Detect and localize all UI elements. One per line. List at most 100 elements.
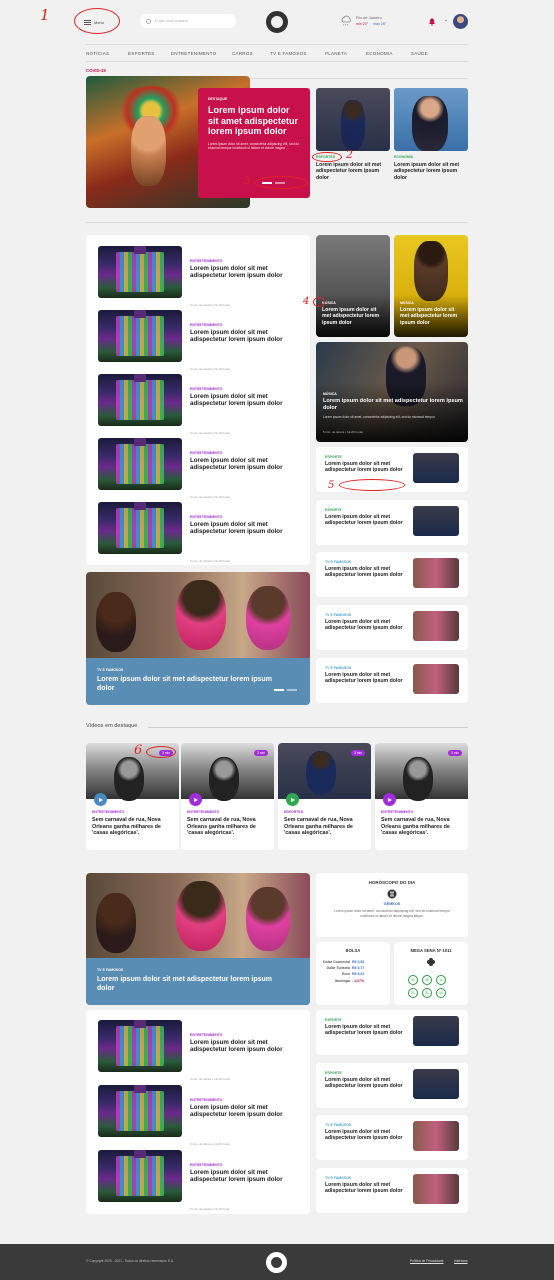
side-card-title: Lorem ipsum dolor sit met adispectetur l… xyxy=(325,672,403,685)
site-logo[interactable] xyxy=(266,11,288,33)
footer-privacy-link[interactable]: Política de Privacidade xyxy=(410,1259,444,1263)
side-card-image xyxy=(413,1069,459,1099)
list-item-kicker: ENTRETENIMENTO xyxy=(190,1163,223,1167)
list-item[interactable]: ENTRETENIMENTO Lorem ipsum dolor sit met… xyxy=(98,1085,300,1146)
side-card-kicker: ESPORTE xyxy=(325,1071,342,1075)
weather-min: min 20° xyxy=(356,22,369,26)
nav-carros[interactable]: CARROS xyxy=(232,51,253,56)
top-card-image xyxy=(394,88,468,151)
side-card-title: Lorem ipsum dolor sit met adispectetur l… xyxy=(325,1182,403,1195)
chevron-down-icon[interactable]: ⌄ xyxy=(444,17,448,23)
side-news-card[interactable]: ESPORTE Lorem ipsum dolor sit met adispe… xyxy=(316,1063,468,1108)
list-item-image xyxy=(98,1020,182,1072)
side-news-card[interactable]: TV E FAMOSOS Lorem ipsum dolor sit met a… xyxy=(316,1168,468,1213)
side-news-card[interactable]: TV E FAMOSOS Lorem ipsum dolor sit met a… xyxy=(316,605,468,650)
notification-bell-icon[interactable] xyxy=(428,17,436,26)
side-card-title: Lorem ipsum dolor sit met adispectetur l… xyxy=(325,619,403,632)
list-item-title: Lorem ipsum dolor sit met adispectetur l… xyxy=(190,329,283,344)
side-news-card[interactable]: TV E FAMOSOS Lorem ipsum dolor sit met a… xyxy=(316,658,468,703)
video-card[interactable]: 3 min ENTRETENIMENTO Sem carnaval de rua… xyxy=(86,743,179,850)
annotation-number-6: 6 xyxy=(134,743,143,758)
annotation-number-1: 1 xyxy=(40,6,50,24)
carousel-dot-active[interactable] xyxy=(274,689,284,691)
search-input[interactable]: O que você procura? xyxy=(155,19,189,23)
video-card[interactable]: 3 min ESPORTES Sem carnaval de rua, Nova… xyxy=(278,743,371,850)
horoscope-card[interactable]: HORÓSCOPO DO DIA GÊMEOS Lorem ipsum dolo… xyxy=(316,873,468,937)
side-card-image xyxy=(413,453,459,483)
hero-kicker: DESTAQUE xyxy=(208,97,228,101)
search-box[interactable]: O que você procura? xyxy=(140,14,236,28)
video-duration-badge: 3 min xyxy=(448,750,463,756)
list-item-image xyxy=(98,374,182,426)
video-title: Sem carnaval de rua, Nova Orleans ganha … xyxy=(284,817,353,837)
play-icon[interactable] xyxy=(383,793,396,806)
bolsa-card[interactable]: BOLSA Dólar Comercial R$ 5,53 Dólar Turi… xyxy=(316,942,390,1005)
music-title: Lorem ipsum dolor sit met adispectetur l… xyxy=(400,307,458,326)
nav-economia[interactable]: ECONOMIA xyxy=(366,51,393,56)
music-feature-card[interactable]: MÚSICA Lorem ipsum dolor sit met adispec… xyxy=(316,342,468,442)
list-item[interactable]: ENTRETENIMENTO Lorem ipsum dolor sit met… xyxy=(98,502,300,563)
list-item[interactable]: ENTRETENIMENTO Lorem ipsum dolor sit met… xyxy=(98,1150,300,1211)
side-news-card[interactable]: TV E FAMOSOS Lorem ipsum dolor sit met a… xyxy=(316,552,468,597)
side-card-title: Lorem ipsum dolor sit met adispectetur l… xyxy=(325,1077,403,1090)
music-card-2[interactable]: MÚSICA Lorem ipsum dolor sit met adispec… xyxy=(394,235,468,337)
list-item-kicker: ENTRETENIMENTO xyxy=(190,323,223,327)
music-kicker: MÚSICA xyxy=(400,301,414,305)
list-item-title: Lorem ipsum dolor sit met adispectetur l… xyxy=(190,1039,283,1054)
lottery-number: 12 xyxy=(436,975,446,985)
list-item-meta: 5 min. de leitura • há 20 horas xyxy=(190,431,230,435)
side-news-card[interactable]: ESPORTE Lorem ipsum dolor sit met adispe… xyxy=(316,1010,468,1055)
tv-feature-card[interactable]: TV E FAMOSOS Lorem ipsum dolor sit met a… xyxy=(86,572,310,705)
hero-summary: Lorem ipsum dolor sit amet, consectetur … xyxy=(208,141,300,151)
nav-saude[interactable]: SAÚDE xyxy=(411,51,428,56)
list-item[interactable]: ENTRETENIMENTO Lorem ipsum dolor sit met… xyxy=(98,310,300,371)
play-icon[interactable] xyxy=(286,793,299,806)
side-card-image xyxy=(413,1016,459,1046)
footer-terms-link[interactable]: Interesse xyxy=(454,1259,468,1263)
side-news-card[interactable]: ESPORTE Lorem ipsum dolor sit met adispe… xyxy=(316,500,468,545)
carousel-dot[interactable] xyxy=(287,689,297,691)
weather-widget: Rio de Janeiro min 20° max 28° xyxy=(340,14,400,32)
video-card[interactable]: 3 min ENTRETENIMENTO Sem carnaval de rua… xyxy=(375,743,468,850)
nav-entretenimento[interactable]: ENTRETENIMENTO xyxy=(171,51,216,56)
top-card-title: Lorem ipsum dolor sit met adispectetur l… xyxy=(316,162,382,181)
tv-feature-card-2[interactable]: TV E FAMOSOS Lorem ipsum dolor sit met a… xyxy=(86,873,310,1005)
play-icon[interactable] xyxy=(189,793,202,806)
list-item-image xyxy=(98,310,182,362)
main-nav: NOTÍCIAS ESPORTES ENTRETENIMENTO CARROS … xyxy=(86,44,468,62)
side-card-image xyxy=(413,1121,459,1151)
music-card-1[interactable]: MÚSICA Lorem ipsum dolor sit met adispec… xyxy=(316,235,390,337)
list-item-kicker: ENTRETENIMENTO xyxy=(190,387,223,391)
bolsa-label: Dólar Turismo xyxy=(326,966,350,971)
video-card[interactable]: 3 min ENTRETENIMENTO Sem carnaval de rua… xyxy=(181,743,274,850)
tv-carousel-dots[interactable] xyxy=(274,689,297,691)
list-item[interactable]: ENTRETENIMENTO Lorem ipsum dolor sit met… xyxy=(98,246,300,307)
nav-esportes[interactable]: ESPORTES xyxy=(128,51,155,56)
footer-logo[interactable] xyxy=(266,1252,287,1273)
mega-sena-card[interactable]: MEGA SENA Nº 1011 01 05 12 21 31 44 xyxy=(394,942,468,1005)
user-avatar[interactable] xyxy=(453,14,468,29)
section-label-covid[interactable]: COVID-19 xyxy=(86,68,106,73)
video-title: Sem carnaval de rua, Nova Orleans ganha … xyxy=(187,817,256,837)
list-item[interactable]: ENTRETENIMENTO Lorem ipsum dolor sit met… xyxy=(98,1020,300,1081)
play-icon[interactable] xyxy=(94,793,107,806)
list-item-meta: 5 min. de leitura • há 20 horas xyxy=(190,559,230,563)
list-item-title: Lorem ipsum dolor sit met adispectetur l… xyxy=(190,265,283,280)
nav-planeta[interactable]: PLANETA xyxy=(325,51,347,56)
nav-noticias[interactable]: NOTÍCIAS xyxy=(86,51,109,56)
top-card-esportes[interactable]: ESPORTES Lorem ipsum dolor sit met adisp… xyxy=(316,88,390,188)
side-news-card[interactable]: TV E FAMOSOS Lorem ipsum dolor sit met a… xyxy=(316,1115,468,1160)
side-card-kicker: TV E FAMOSOS xyxy=(325,1176,352,1180)
list-item-image xyxy=(98,1085,182,1137)
list-item-image xyxy=(98,246,182,298)
music-feature-summary: Lorem ipsum dolor sit amet, consectetur … xyxy=(323,415,435,419)
list-item-title: Lorem ipsum dolor sit met adispectetur l… xyxy=(190,1104,283,1119)
list-item[interactable]: ENTRETENIMENTO Lorem ipsum dolor sit met… xyxy=(98,374,300,435)
horoscope-text: Lorem ipsum dolor sit amet, consectetur … xyxy=(334,909,450,918)
nav-tv-e-famosos[interactable]: TV E FAMOSOS xyxy=(270,51,307,56)
hero-title: Lorem ipsum dolor sit amet adispectetur … xyxy=(208,105,299,136)
list-item[interactable]: ENTRETENIMENTO Lorem ipsum dolor sit met… xyxy=(98,438,300,499)
top-card-economia[interactable]: ECONOMIA Lorem ipsum dolor sit met adisp… xyxy=(394,88,468,188)
lottery-number: 31 xyxy=(422,988,432,998)
list-item-kicker: ENTRETENIMENTO xyxy=(190,1098,223,1102)
